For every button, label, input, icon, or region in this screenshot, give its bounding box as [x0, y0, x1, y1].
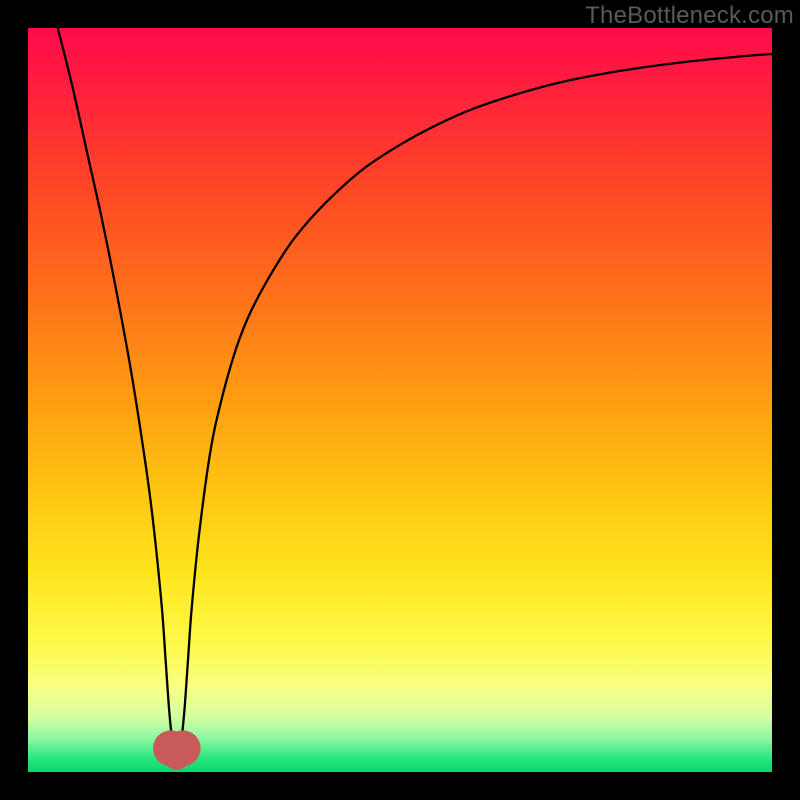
bottleneck-curve [58, 28, 772, 757]
chart-frame: TheBottleneck.com [0, 0, 800, 800]
watermark-text: TheBottleneck.com [585, 2, 794, 30]
valley-dot-right [165, 730, 201, 766]
plot-area [28, 28, 772, 772]
curve-layer [28, 28, 772, 772]
